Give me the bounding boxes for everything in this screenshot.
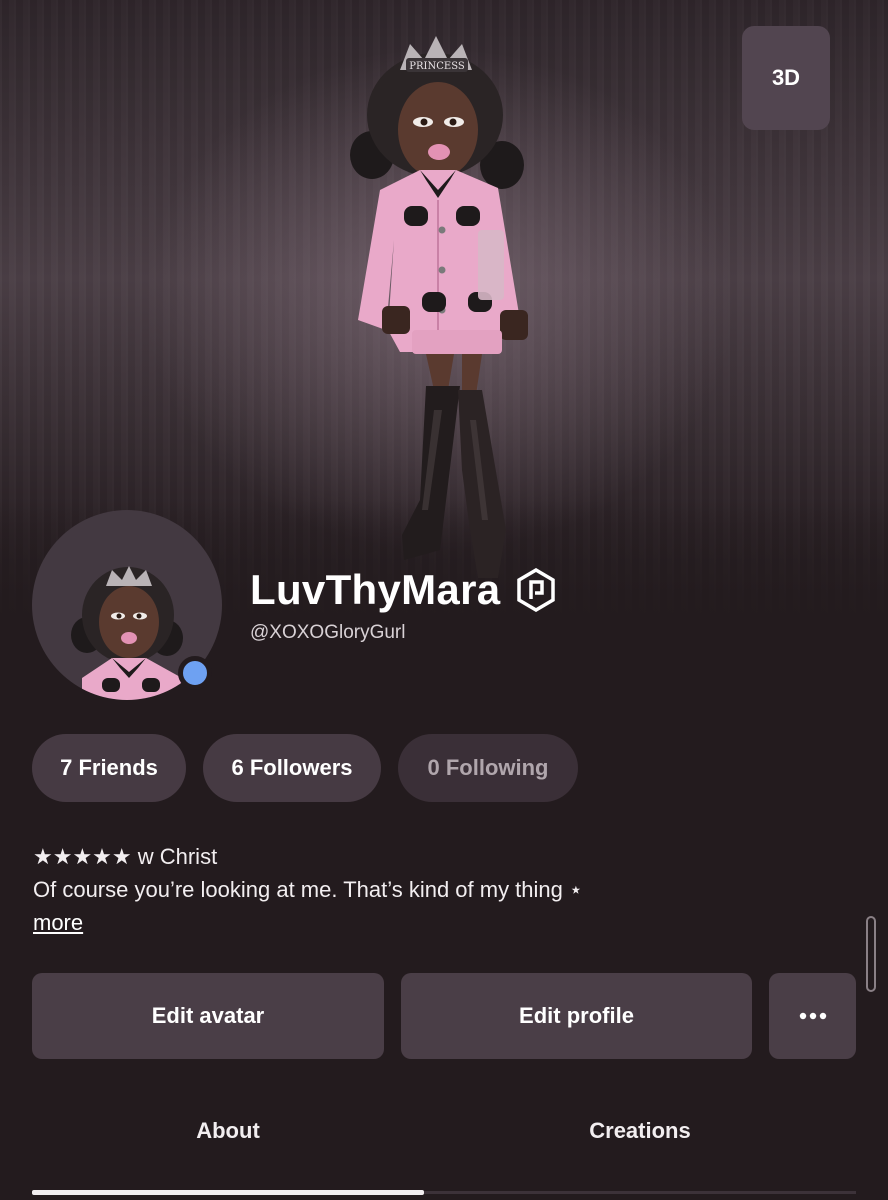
followers-count-button[interactable]: 6 Followers — [203, 734, 381, 802]
display-name: LuvThyMara — [250, 566, 501, 613]
profile-bio: ★★★★★ w Christ Of course you’re looking … — [33, 840, 833, 939]
more-options-button[interactable] — [769, 973, 856, 1059]
avatar-full-body: PRINCESS — [350, 36, 528, 578]
ellipsis-icon — [799, 1012, 826, 1020]
tab-track — [424, 1191, 856, 1194]
edit-avatar-button[interactable]: Edit avatar — [32, 973, 384, 1059]
bio-line-1: ★★★★★ w Christ — [33, 844, 218, 869]
tab-about[interactable]: About — [22, 1118, 434, 1144]
active-tab-indicator — [32, 1190, 424, 1195]
bio-line-2: Of course you’re looking at me. That’s k… — [33, 877, 583, 902]
friends-count-button[interactable]: 7 Friends — [32, 734, 186, 802]
premium-icon — [517, 568, 556, 612]
scrollbar[interactable] — [866, 916, 876, 992]
following-count-button[interactable]: 0 Following — [398, 734, 578, 802]
online-status-indicator — [178, 656, 212, 690]
tab-creations[interactable]: Creations — [434, 1118, 846, 1144]
view-3d-button[interactable]: 3D — [742, 26, 830, 130]
display-name-row: LuvThyMara — [250, 566, 558, 614]
username: @XOXOGloryGurl — [250, 622, 406, 643]
edit-profile-button[interactable]: Edit profile — [401, 973, 752, 1059]
crown-text: PRINCESS — [409, 61, 465, 72]
bio-more-link[interactable]: more — [33, 906, 83, 939]
